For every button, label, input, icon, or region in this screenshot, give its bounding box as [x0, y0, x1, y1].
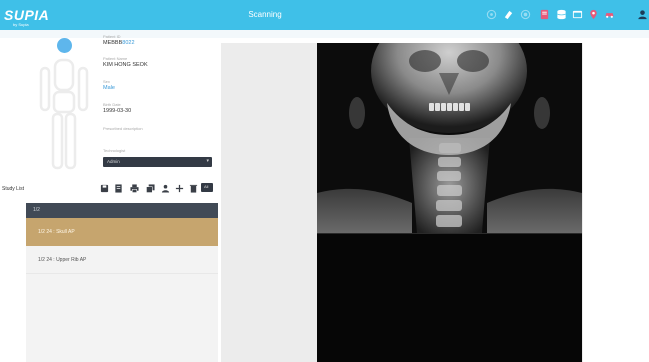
- top-bar: SUPIA by Supia Scanning: [0, 0, 649, 30]
- patient-birth-value: 1999-03-30: [103, 108, 132, 114]
- user-icon[interactable]: [637, 9, 648, 20]
- patient-id-suffix: 8022: [122, 40, 135, 46]
- database-icon[interactable]: [556, 9, 567, 20]
- study-list-item-upper-rib-ap[interactable]: 1/2 24 : Upper Rib AP: [26, 246, 218, 274]
- technologist-value: Admin: [107, 159, 120, 164]
- viewport-separator: [317, 233, 582, 234]
- plus-icon[interactable]: [175, 184, 184, 193]
- xray-viewport[interactable]: [317, 43, 582, 362]
- patient-id-prefix: MEBBB: [103, 40, 123, 46]
- target-icon[interactable]: [486, 9, 497, 20]
- eraser-icon[interactable]: [503, 9, 514, 20]
- app-logo: SUPIA by Supia: [4, 7, 50, 27]
- chevron-down-icon: ▾: [206, 158, 209, 164]
- study-list-header: 1/2: [26, 203, 218, 218]
- app-title: Scanning: [248, 10, 282, 19]
- user-add-icon[interactable]: [161, 184, 170, 193]
- body-silhouette-icon: [39, 58, 89, 170]
- patient-sex-value: Male: [103, 85, 115, 91]
- study-list-header-label: 1/2: [33, 207, 40, 213]
- technologist-select[interactable]: Admin ▾: [103, 157, 212, 167]
- right-margin: [583, 43, 649, 362]
- circle-icon[interactable]: [520, 9, 531, 20]
- print-icon[interactable]: [130, 184, 139, 193]
- patient-desc-label: Prescribed description: [103, 126, 143, 131]
- patient-birth-block: Birth Date 1999-03-30: [103, 102, 213, 114]
- copy-icon[interactable]: [146, 184, 155, 193]
- patient-sex-block: Sex Male: [103, 79, 213, 91]
- image-viewer: [221, 43, 583, 362]
- avatar: [57, 38, 72, 53]
- patient-id-value: MEBBB8022: [103, 40, 213, 46]
- car-icon[interactable]: [604, 9, 615, 20]
- trash-icon[interactable]: [189, 184, 198, 193]
- list-item-label: 1/2 24 : Skull AP: [38, 229, 75, 235]
- study-list-item-skull-ap[interactable]: 1/2 24 : Skull AP: [26, 218, 218, 246]
- study-list-label: Study List: [2, 186, 24, 192]
- patient-sex-label: Sex: [103, 79, 110, 84]
- patient-id-label: Patient ID: [103, 34, 121, 39]
- study-list: 1/2 1/2 24 : Skull AP 1/2 24 : Upper Rib…: [26, 203, 218, 362]
- file-icon[interactable]: [114, 184, 123, 193]
- patient-panel: Patient ID MEBBB8022 Patient Name KIM HO…: [0, 34, 219, 362]
- patient-name-label: Patient Name: [103, 56, 128, 61]
- patient-id-block: Patient ID MEBBB8022: [103, 34, 213, 46]
- technologist-label: Technologist: [103, 148, 126, 153]
- study-list-all-label: All: [204, 184, 209, 189]
- doc-icon[interactable]: [539, 9, 550, 20]
- logo-text: SUPIA: [4, 7, 50, 23]
- technologist-block: Technologist: [103, 148, 213, 153]
- study-list-all-button[interactable]: All: [201, 183, 213, 192]
- logo-tagline: by Supia: [13, 22, 29, 27]
- patient-birth-label: Birth Date: [103, 102, 121, 107]
- pin-icon[interactable]: [588, 9, 599, 20]
- list-item-label: 1/2 24 : Upper Rib AP: [38, 257, 87, 263]
- patient-name-block: Patient Name KIM HONG SEOK: [103, 56, 213, 68]
- window-icon[interactable]: [572, 9, 583, 20]
- xray-image: [317, 43, 582, 233]
- sub-bar: [0, 30, 649, 38]
- patient-desc-block: Prescribed description: [103, 126, 213, 131]
- patient-name-value: KIM HONG SEOK: [103, 62, 148, 68]
- save-icon[interactable]: [100, 184, 109, 193]
